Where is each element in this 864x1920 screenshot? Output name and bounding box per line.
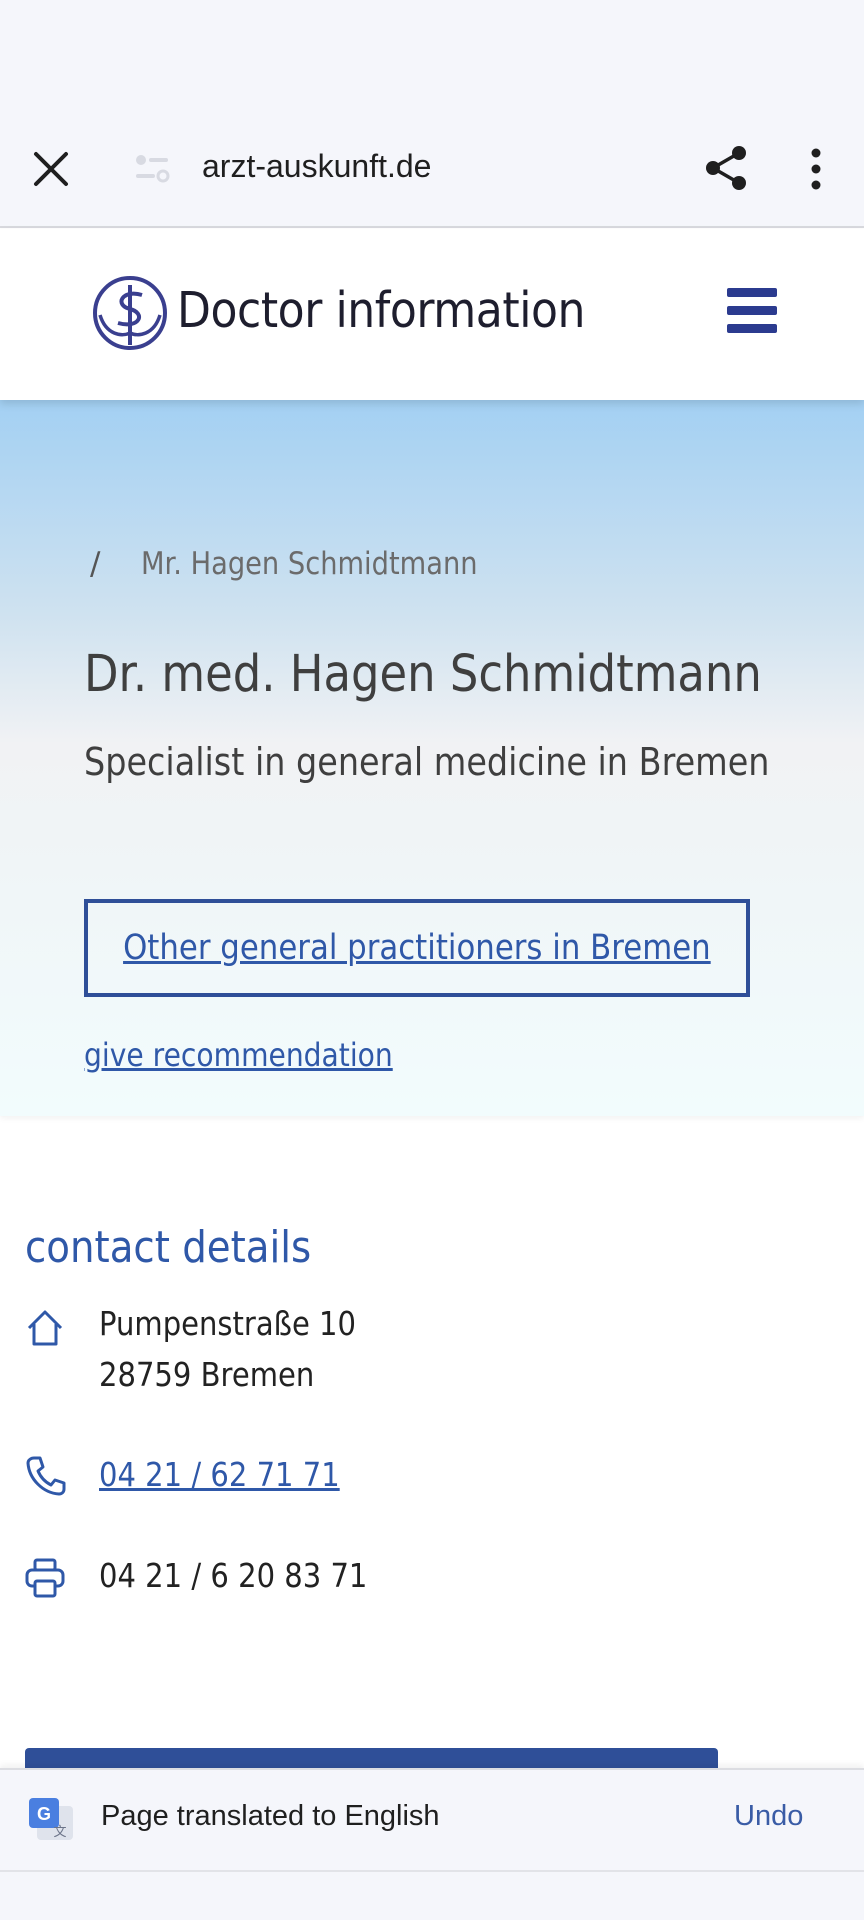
page-title: Dr. med. Hagen Schmidtmann — [84, 645, 762, 704]
other-practitioners-button[interactable]: Other general practitioners in Bremen — [84, 899, 750, 997]
breadcrumb-separator: / — [90, 546, 101, 582]
phone-icon — [26, 1456, 66, 1496]
address-city: 28759 Bremen — [99, 1355, 315, 1394]
home-icon — [27, 1310, 63, 1346]
breadcrumb-current: Mr. Hagen Schmidtmann — [141, 546, 478, 582]
fax-number: 04 21 / 6 20 83 71 — [99, 1556, 368, 1595]
undo-button[interactable]: Undo — [734, 1800, 803, 1833]
give-recommendation-link[interactable]: give recommendation — [84, 1036, 393, 1074]
svg-text:G: G — [37, 1804, 51, 1824]
close-icon[interactable] — [32, 150, 70, 188]
site-brand[interactable]: Doctor information — [177, 282, 585, 339]
doctor-information-logo-icon[interactable] — [92, 275, 168, 351]
contact-details-heading: contact details — [25, 1222, 312, 1273]
status-bar-area — [0, 0, 864, 100]
more-options-icon[interactable] — [808, 148, 824, 190]
fax-printer-icon — [25, 1558, 65, 1598]
menu-icon[interactable] — [727, 286, 777, 336]
url-text[interactable]: arzt-auskunft.de — [202, 148, 431, 185]
site-settings-icon[interactable] — [134, 152, 170, 184]
phone-link[interactable]: 04 21 / 62 71 71 — [99, 1455, 340, 1494]
svg-text:文: 文 — [53, 1825, 66, 1840]
translate-message: Page translated to English — [101, 1800, 440, 1832]
google-translate-icon: G 文 — [29, 1798, 73, 1840]
address-street: Pumpenstraße 10 — [99, 1304, 357, 1343]
other-practitioners-label: Other general practitioners in Bremen — [123, 928, 711, 968]
doctor-specialty: Specialist in general medicine in Bremen — [84, 740, 770, 784]
system-navigation-area — [0, 1870, 864, 1920]
share-icon[interactable] — [704, 145, 748, 191]
